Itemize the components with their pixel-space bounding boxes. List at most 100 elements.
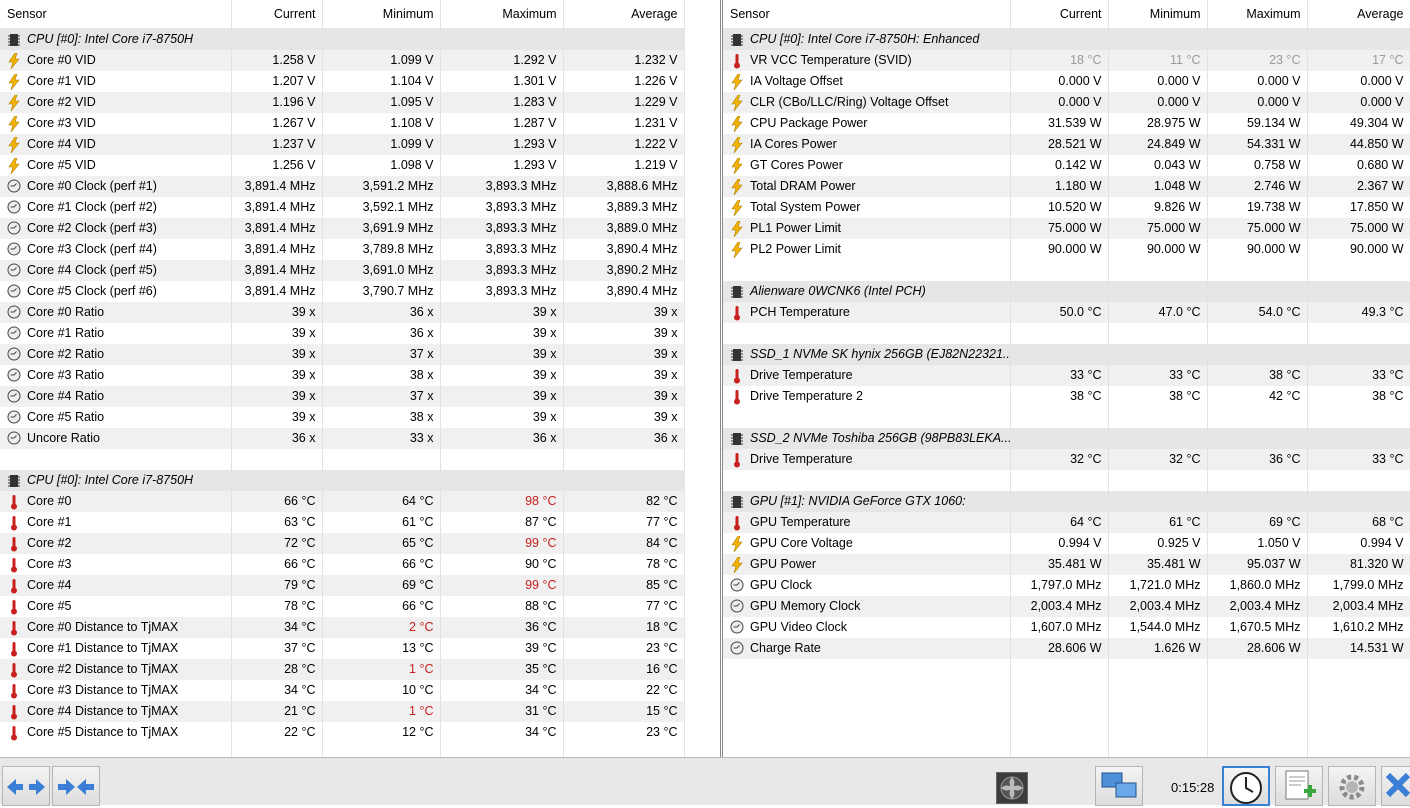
sensor-group-header[interactable]: CPU [#0]: Intel Core i7-8750H: Enhanced xyxy=(723,28,1410,50)
sensor-row[interactable]: Core #4 VID 1.237 V 1.099 V 1.293 V 1.222 V xyxy=(0,134,685,155)
sensor-row[interactable]: CPU Package Power 31.539 W 28.975 W 59.134 … xyxy=(723,113,1410,134)
blank-row[interactable] xyxy=(723,743,1410,757)
sensor-row[interactable]: Core #4 Distance to TjMAX 21 °C 1 °C 31 °C 1… xyxy=(0,701,685,722)
sensor-row[interactable]: PCH Temperature 50.0 °C 47.0 °C 54.0 °C 49.3… xyxy=(723,302,1410,323)
add-log-icon[interactable] xyxy=(1275,766,1323,806)
value-cur: 3,891.4 MHz xyxy=(231,239,323,260)
value-avg: 39 x xyxy=(563,344,685,365)
sensor-row[interactable]: GPU Core Voltage 0.994 V 0.925 V 1.050 V 0.9… xyxy=(723,533,1410,554)
value-cur: 75.000 W xyxy=(1010,218,1109,239)
sensor-row[interactable]: Core #2 Clock (perf #3) 3,891.4 MHz 3,691.… xyxy=(0,218,685,239)
sensor-group-header[interactable]: CPU [#0]: Intel Core i7-8750H xyxy=(0,28,685,50)
blank-row[interactable] xyxy=(723,701,1410,722)
sensor-row[interactable]: GT Cores Power 0.142 W 0.043 W 0.758 W 0.680… xyxy=(723,155,1410,176)
sensor-row[interactable]: Core #3 Distance to TjMAX 34 °C 10 °C 34 °C… xyxy=(0,680,685,701)
sensor-row[interactable]: Core #1 Ratio 39 x 36 x 39 x 39 x xyxy=(0,323,685,344)
sensor-row[interactable]: Core #3 66 °C 66 °C 90 °C 78 °C xyxy=(0,554,685,575)
blank-row[interactable] xyxy=(0,743,685,757)
sensor-row[interactable]: Core #1 Distance to TjMAX 37 °C 13 °C 39 °C… xyxy=(0,638,685,659)
value-avg: 3,890.2 MHz xyxy=(563,260,685,281)
sensor-group-header[interactable]: SSD_1 NVMe SK hynix 256GB (EJ82N22321... xyxy=(723,344,1410,365)
sensor-row[interactable]: Core #0 VID 1.258 V 1.099 V 1.292 V 1.232 V xyxy=(0,50,685,71)
sensor-row[interactable]: GPU Memory Clock 2,003.4 MHz 2,003.4 MHz 2,… xyxy=(723,596,1410,617)
sensor-row[interactable]: Core #1 63 °C 61 °C 87 °C 77 °C xyxy=(0,512,685,533)
sensor-row[interactable]: Core #5 Clock (perf #6) 3,891.4 MHz 3,790.… xyxy=(0,281,685,302)
sensor-row[interactable]: GPU Power 35.481 W 35.481 W 95.037 W 81.320 … xyxy=(723,554,1410,575)
sensor-row[interactable]: GPU Clock 1,797.0 MHz 1,721.0 MHz 1,860.0 M… xyxy=(723,575,1410,596)
sensor-row[interactable]: Drive Temperature 33 °C 33 °C 38 °C 33 °C xyxy=(723,365,1410,386)
nav-left-right-arrows-icon[interactable] xyxy=(2,766,50,806)
blank-row[interactable] xyxy=(723,260,1410,281)
sensor-row[interactable]: GPU Video Clock 1,607.0 MHz 1,544.0 MHz 1,6… xyxy=(723,617,1410,638)
blank-row[interactable] xyxy=(723,659,1410,680)
sensor-row[interactable]: Total DRAM Power 1.180 W 1.048 W 2.746 W 2.3… xyxy=(723,176,1410,197)
sensor-group-header[interactable]: SSD_2 NVMe Toshiba 256GB (98PB83LEKA... xyxy=(723,428,1410,449)
sensor-row[interactable]: Core #4 79 °C 69 °C 99 °C 85 °C xyxy=(0,575,685,596)
sensor-row[interactable]: Core #0 Clock (perf #1) 3,891.4 MHz 3,591.… xyxy=(0,176,685,197)
blank-row[interactable] xyxy=(723,470,1410,491)
sensor-row[interactable]: Core #2 72 °C 65 °C 99 °C 84 °C xyxy=(0,533,685,554)
value-cur: 21 °C xyxy=(231,701,323,722)
sensor-row[interactable]: Core #5 Distance to TjMAX 22 °C 12 °C 34 °C… xyxy=(0,722,685,743)
close-x-icon[interactable] xyxy=(1381,766,1410,806)
column-header-average[interactable]: Average xyxy=(1307,0,1410,29)
column-header-current[interactable]: Current xyxy=(1010,0,1109,29)
column-header-current[interactable]: Current xyxy=(231,0,323,29)
sensor-row[interactable]: Core #5 78 °C 66 °C 88 °C 77 °C xyxy=(0,596,685,617)
value-cur: 1.256 V xyxy=(231,155,323,176)
sensor-row[interactable]: Core #0 Distance to TjMAX 34 °C 2 °C 36 °C 1… xyxy=(0,617,685,638)
sensor-row[interactable]: IA Voltage Offset 0.000 V 0.000 V 0.000 V 0.… xyxy=(723,71,1410,92)
sensor-row[interactable]: Charge Rate 28.606 W 1.626 W 28.606 W 14.531… xyxy=(723,638,1410,659)
value-max: 1.301 V xyxy=(440,71,564,92)
clock-gauge-icon xyxy=(7,368,21,382)
sensor-row[interactable]: Core #3 Clock (perf #4) 3,891.4 MHz 3,789.… xyxy=(0,239,685,260)
sensor-row[interactable]: Core #2 Distance to TjMAX 28 °C 1 °C 35 °C 1… xyxy=(0,659,685,680)
column-header-sensor[interactable]: Sensor xyxy=(723,0,1011,29)
sensor-row[interactable]: Drive Temperature 2 38 °C 38 °C 42 °C 38 °C xyxy=(723,386,1410,407)
sensor-row[interactable]: Core #1 VID 1.207 V 1.104 V 1.301 V 1.226 V xyxy=(0,71,685,92)
sensor-row[interactable]: Total System Power 10.520 W 9.826 W 19.738 … xyxy=(723,197,1410,218)
blank-row[interactable] xyxy=(723,323,1410,344)
fan-icon[interactable] xyxy=(996,772,1028,804)
sensor-row[interactable]: Core #0 66 °C 64 °C 98 °C 82 °C xyxy=(0,491,685,512)
sensor-row[interactable]: Core #2 Ratio 39 x 37 x 39 x 39 x xyxy=(0,344,685,365)
blank-row[interactable] xyxy=(723,407,1410,428)
sensor-group-header[interactable]: GPU [#1]: NVIDIA GeForce GTX 1060: xyxy=(723,491,1410,512)
collapse-arrows-icon[interactable] xyxy=(52,766,100,806)
network-icon[interactable] xyxy=(1095,766,1143,806)
sensor-row[interactable]: CLR (CBo/LLC/Ring) Voltage Offset 0.000 V… xyxy=(723,92,1410,113)
sensor-row[interactable]: Core #2 VID 1.196 V 1.095 V 1.283 V 1.229 V xyxy=(0,92,685,113)
sensor-row[interactable]: Uncore Ratio 36 x 33 x 36 x 36 x xyxy=(0,428,685,449)
sensor-row[interactable]: Core #4 Ratio 39 x 37 x 39 x 39 x xyxy=(0,386,685,407)
sensor-row[interactable]: Core #3 Ratio 39 x 38 x 39 x 39 x xyxy=(0,365,685,386)
clock-icon[interactable] xyxy=(1222,766,1270,806)
sensor-row[interactable]: PL2 Power Limit 90.000 W 90.000 W 90.000 W9… xyxy=(723,239,1410,260)
sensor-row[interactable]: Core #5 VID 1.256 V 1.098 V 1.293 V 1.219 V xyxy=(0,155,685,176)
sensor-row[interactable]: PL1 Power Limit 75.000 W 75.000 W 75.000 W7… xyxy=(723,218,1410,239)
blank-row[interactable] xyxy=(0,449,685,470)
column-header-minimum[interactable]: Minimum xyxy=(1108,0,1208,29)
column-header-sensor[interactable]: Sensor xyxy=(0,0,232,29)
sensor-row[interactable]: Core #4 Clock (perf #5) 3,891.4 MHz 3,691.… xyxy=(0,260,685,281)
sensor-row[interactable]: VR VCC Temperature (SVID) 18 °C 11 °C 23 °C… xyxy=(723,50,1410,71)
sensor-row[interactable]: GPU Temperature 64 °C 61 °C 69 °C 68 °C xyxy=(723,512,1410,533)
sensor-row[interactable]: Core #5 Ratio 39 x 38 x 39 x 39 x xyxy=(0,407,685,428)
blank-row[interactable] xyxy=(723,680,1410,701)
right-sensor-pane[interactable]: Sensor Current Minimum Maximum Average CPU [… xyxy=(722,0,1410,757)
column-header-minimum[interactable]: Minimum xyxy=(322,0,441,29)
sensor-row[interactable]: Core #1 Clock (perf #2) 3,891.4 MHz 3,592.… xyxy=(0,197,685,218)
column-header-maximum[interactable]: Maximum xyxy=(1207,0,1308,29)
blank-row[interactable] xyxy=(723,722,1410,743)
sensor-row[interactable]: Core #3 VID 1.267 V 1.108 V 1.287 V 1.231 V xyxy=(0,113,685,134)
sensor-row[interactable]: Drive Temperature 32 °C 32 °C 36 °C 33 °C xyxy=(723,449,1410,470)
sensor-row[interactable]: IA Cores Power 28.521 W 24.849 W 54.331 W 44… xyxy=(723,134,1410,155)
value-max: 36 x xyxy=(440,428,564,449)
column-header-maximum[interactable]: Maximum xyxy=(440,0,564,29)
column-header-average[interactable]: Average xyxy=(563,0,685,29)
left-sensor-pane[interactable]: Sensor Current Minimum Maximum Average CPU [… xyxy=(0,0,721,757)
sensor-row[interactable]: Core #0 Ratio 39 x 36 x 39 x 39 x xyxy=(0,302,685,323)
sensor-name: Core #4 Clock (perf #5) xyxy=(27,263,157,277)
sensor-group-header[interactable]: Alienware 0WCNK6 (Intel PCH) xyxy=(723,281,1410,302)
sensor-group-header[interactable]: CPU [#0]: Intel Core i7-8750H xyxy=(0,470,685,491)
settings-gear-icon[interactable] xyxy=(1328,766,1376,806)
